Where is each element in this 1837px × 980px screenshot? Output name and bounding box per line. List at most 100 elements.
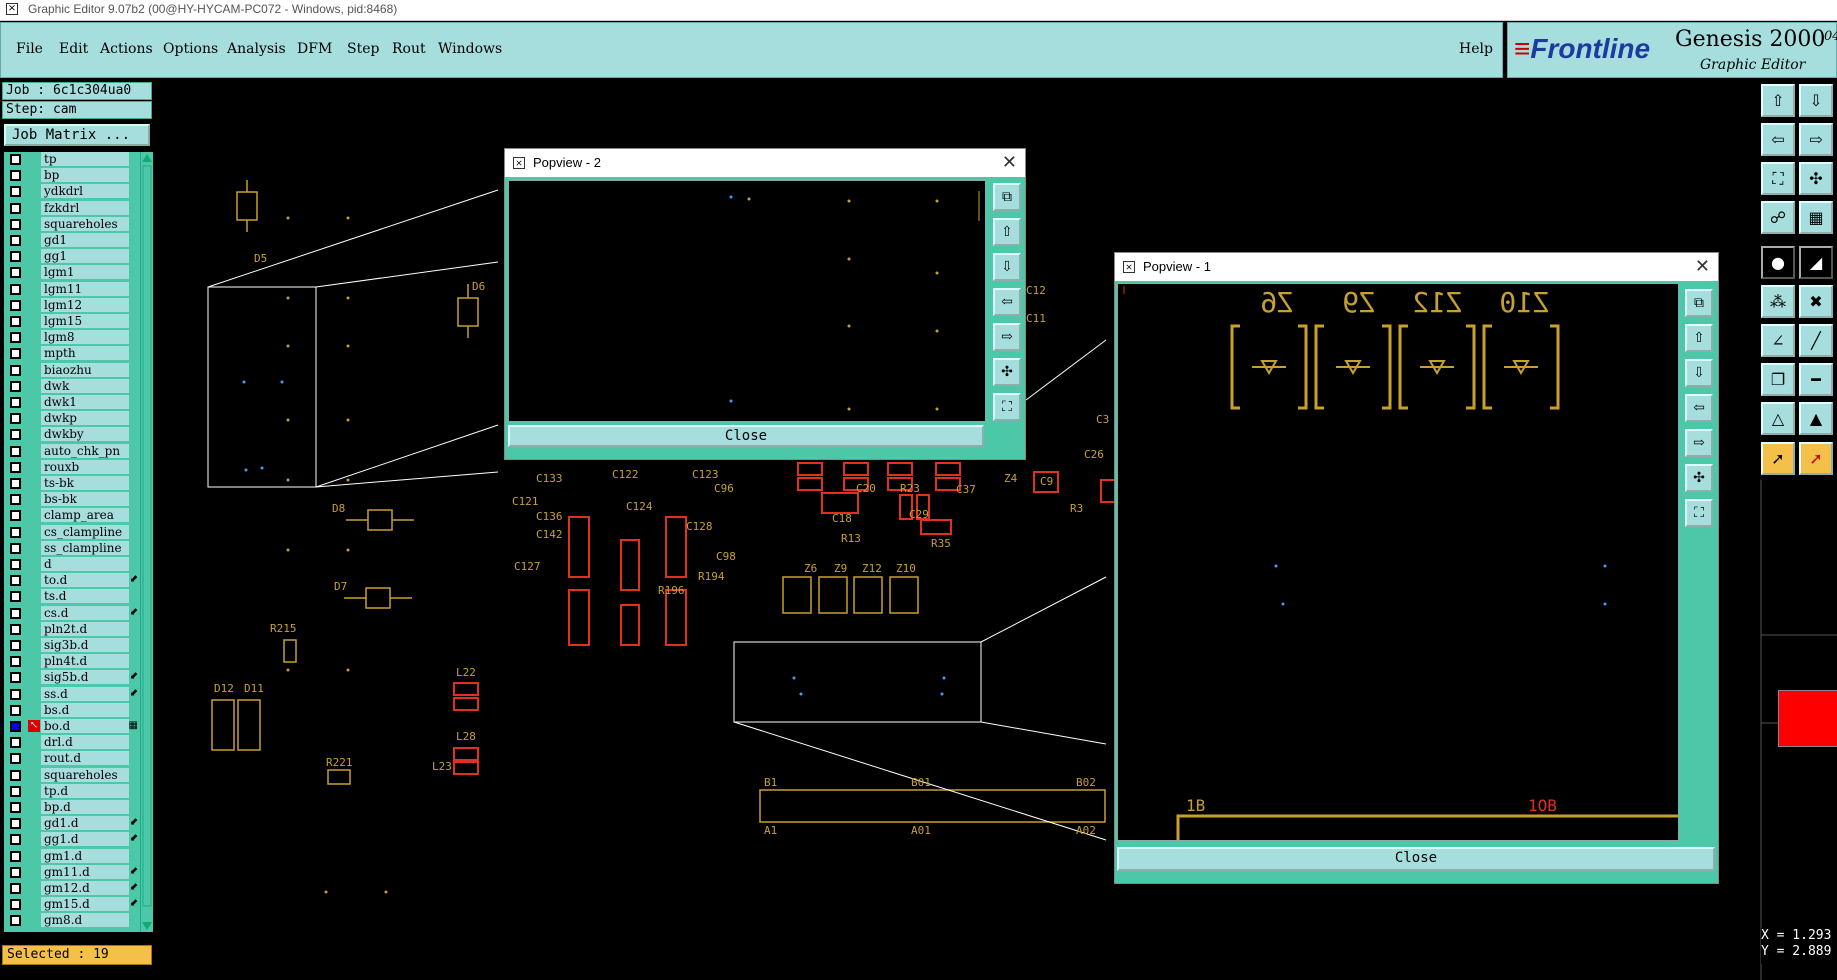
layer-checkbox[interactable] xyxy=(10,915,21,927)
layer-row[interactable]: bs.d xyxy=(4,702,140,718)
layer-checkbox[interactable] xyxy=(10,623,21,635)
layer-name[interactable]: ss.d xyxy=(41,686,129,701)
layer-row[interactable]: ts-bk xyxy=(4,476,140,491)
layer-checkbox[interactable] xyxy=(10,154,21,165)
layer-name[interactable]: pln2t.d xyxy=(41,621,129,636)
layer-row[interactable]: pln2t.d xyxy=(4,621,140,637)
select-arrow-icon[interactable]: ➚ xyxy=(1761,442,1795,475)
zoom-fit-icon[interactable]: ⛶ xyxy=(1761,162,1795,195)
layer-name[interactable]: squareholes xyxy=(41,767,129,782)
pan-up-icon[interactable]: ⇧ xyxy=(1761,84,1795,117)
layer-checkbox[interactable] xyxy=(10,899,21,911)
layer-name[interactable]: gd1.d xyxy=(41,816,129,831)
snap-icon[interactable]: ☍ xyxy=(1761,201,1795,234)
layer-checkbox[interactable] xyxy=(10,607,21,619)
layer-checkbox[interactable] xyxy=(10,170,21,182)
layer-checkbox[interactable] xyxy=(10,316,21,327)
layer-name[interactable]: rout.d xyxy=(41,751,129,766)
hline-icon[interactable]: ━ xyxy=(1799,363,1833,396)
layer-row[interactable]: gd1.d ⬋ xyxy=(4,816,140,831)
layer-list-scrollbar[interactable] xyxy=(140,152,153,932)
layer-name[interactable]: lgm11 xyxy=(41,281,129,296)
layer-checkbox[interactable] xyxy=(10,478,21,489)
layer-checkbox[interactable] xyxy=(10,380,21,392)
layer-name[interactable]: bs-bk xyxy=(41,492,129,507)
layer-row[interactable]: lgm15 xyxy=(4,314,140,329)
layer-checkbox[interactable] xyxy=(10,397,21,408)
layer-row[interactable]: pln4t.d xyxy=(4,654,140,669)
layer-checkbox[interactable] xyxy=(10,332,21,344)
layer-row[interactable]: ss_clampline xyxy=(4,540,140,556)
layer-row[interactable]: lgm1 xyxy=(4,265,140,280)
layer-name[interactable]: drl.d xyxy=(41,735,129,750)
layer-checkbox[interactable] xyxy=(10,688,21,700)
layer-row[interactable]: gd1 xyxy=(4,233,140,248)
layer-checkbox[interactable] xyxy=(10,413,21,425)
layer-name[interactable]: dwk1 xyxy=(41,395,129,409)
popview-1-btn-5[interactable]: ⇨ xyxy=(1685,429,1713,457)
layer-checkbox[interactable] xyxy=(10,510,21,522)
layer-row[interactable]: auto_chk_pn xyxy=(4,443,140,459)
popview-1-btn-7[interactable]: ⛶ xyxy=(1685,499,1713,527)
popview-2-btn-7[interactable]: ⛶ xyxy=(993,393,1021,421)
layer-name[interactable]: bp xyxy=(41,168,129,183)
layer-name[interactable]: gg1.d xyxy=(41,832,129,847)
layer-name[interactable]: lgm12 xyxy=(41,297,129,312)
layer-name[interactable]: lgm1 xyxy=(41,265,129,280)
popview-2-btn-6[interactable]: ✣ xyxy=(993,358,1021,386)
layer-row[interactable]: ydkdrl xyxy=(4,184,140,199)
layer-checkbox[interactable] xyxy=(10,672,21,684)
popview-1-btn-1[interactable]: ⧉ xyxy=(1685,289,1713,317)
layer-checkbox[interactable] xyxy=(10,494,21,506)
pan-right-icon[interactable]: ⇨ xyxy=(1799,123,1833,156)
layer-name[interactable]: squareholes xyxy=(41,216,129,231)
layer-row[interactable]: fzkdrl xyxy=(4,200,140,216)
layer-name[interactable]: pln4t.d xyxy=(41,654,129,669)
layer-checkbox[interactable] xyxy=(10,818,21,830)
layer-row[interactable]: gg1 xyxy=(4,249,140,264)
layer-checkbox[interactable] xyxy=(10,834,21,846)
layer-row[interactable]: bp.d xyxy=(4,800,140,815)
layer-name[interactable]: gg1 xyxy=(41,249,129,264)
pan-down-icon[interactable]: ⇩ xyxy=(1799,84,1833,117)
layer-name[interactable]: tp.d xyxy=(41,783,129,798)
popview-1-btn-2[interactable]: ⇧ xyxy=(1685,324,1713,352)
layer-row[interactable]: gm8.d xyxy=(4,913,140,928)
triangle-filled-icon[interactable]: ▲ xyxy=(1799,402,1833,435)
layer-row[interactable]: cs.d ⬋ xyxy=(4,605,140,621)
layer-row[interactable]: dwk xyxy=(4,378,140,394)
layer-checkbox[interactable] xyxy=(10,802,21,813)
cross-icon[interactable]: ✖ xyxy=(1799,285,1833,318)
layer-row[interactable]: lgm12 xyxy=(4,297,140,313)
menu-analysis[interactable]: Analysis xyxy=(227,41,286,57)
popview-1-titlebar[interactable]: ⨯ Popview - 1 ✕ xyxy=(1115,253,1718,281)
menu-windows[interactable]: Windows xyxy=(438,41,502,57)
layer-checkbox[interactable] xyxy=(10,737,21,749)
popview-2-btn-2[interactable]: ⇧ xyxy=(993,218,1021,246)
layer-name[interactable]: gm12.d xyxy=(41,881,129,895)
layer-checkbox[interactable] xyxy=(10,461,21,473)
layer-name[interactable]: cs.d xyxy=(41,605,129,620)
layer-checkbox[interactable] xyxy=(10,429,21,441)
layer-row[interactable]: rouxb xyxy=(4,459,140,475)
layer-name[interactable]: mpth xyxy=(41,346,129,361)
layer-row[interactable]: cs_clampline xyxy=(4,524,140,540)
layer-row[interactable]: rout.d xyxy=(4,751,140,766)
layer-name[interactable]: sig5b.d xyxy=(41,670,129,685)
layer-name[interactable]: gm8.d xyxy=(41,913,129,928)
layer-checkbox[interactable] xyxy=(10,267,21,279)
popview-1-btn-3[interactable]: ⇩ xyxy=(1685,359,1713,387)
layer-name[interactable]: bs.d xyxy=(41,702,129,717)
layer-name[interactable]: gm15.d xyxy=(41,897,129,912)
layer-checkbox[interactable] xyxy=(10,202,21,214)
layer-row[interactable]: squareholes xyxy=(4,767,140,783)
layer-checkbox[interactable] xyxy=(10,753,21,765)
layer-name[interactable]: ss_clampline xyxy=(41,540,129,555)
layer-row[interactable]: dwk1 xyxy=(4,395,140,410)
layer-checkbox[interactable] xyxy=(10,769,21,781)
graphic-canvas[interactable]: D5 D6 D8 D7 D12 D11 R215 R221 L22 L28 L2… xyxy=(156,80,1759,968)
layer-name[interactable]: sig3b.d xyxy=(41,638,129,652)
layer-row[interactable]: to.d ⬋ xyxy=(4,573,140,588)
layer-checkbox[interactable] xyxy=(10,251,21,263)
popview-2-btn-3[interactable]: ⇩ xyxy=(993,253,1021,281)
